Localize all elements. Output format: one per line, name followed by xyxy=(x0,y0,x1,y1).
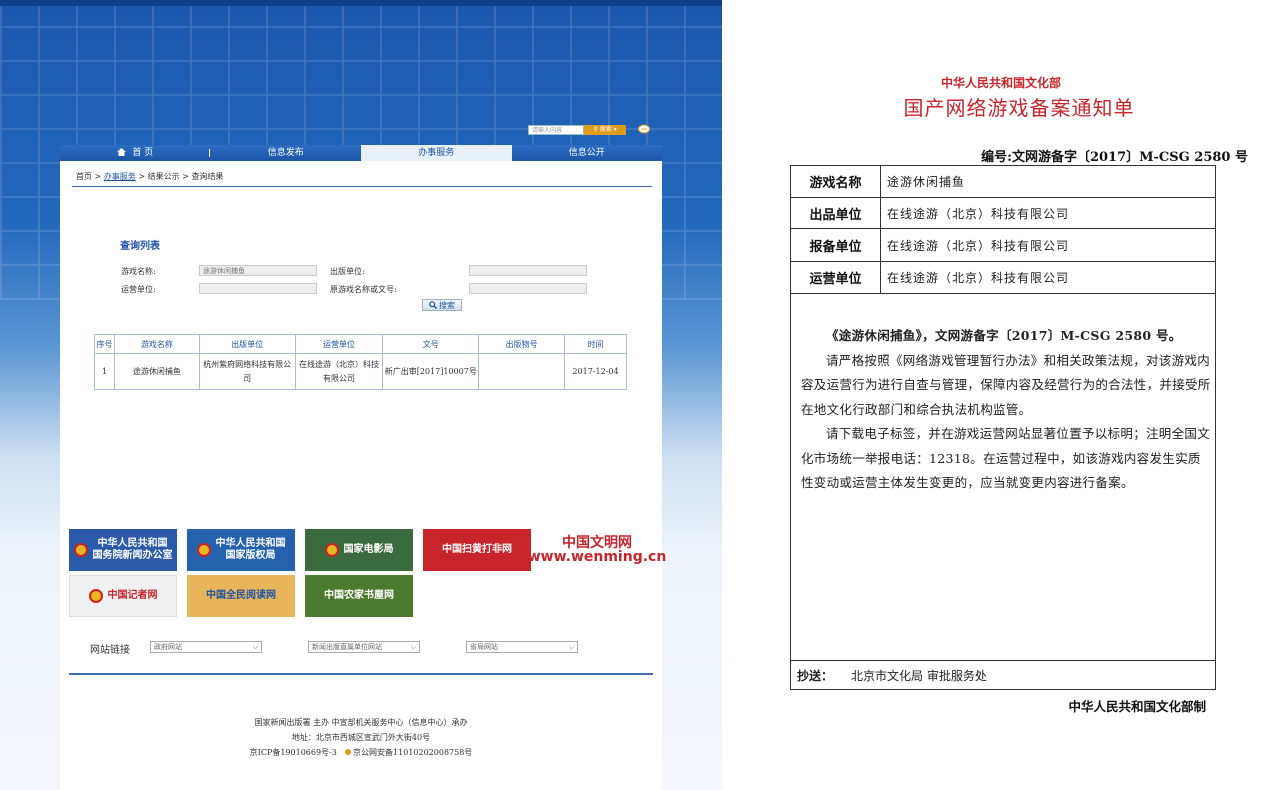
col-date: 时间 xyxy=(564,334,627,354)
cell-index: 1 xyxy=(94,353,115,390)
icp-link[interactable]: 京ICP备19010669号-3 xyxy=(250,748,337,757)
provincial-sites-select[interactable]: 省局网站 ⌵ xyxy=(466,641,578,653)
logo-farm-library[interactable]: 中国农家书屋网 xyxy=(305,575,413,617)
results-table: 序号 游戏名称 出版单位 运营单位 文号 出版物号 时间 1 途游休闲捕鱼 杭州… xyxy=(94,334,627,390)
site-links-label: 网站链接 xyxy=(90,645,130,656)
logo-film-bureau[interactable]: 国家电影局 xyxy=(305,529,413,571)
breadcrumb-divider xyxy=(72,186,652,187)
main-nav: 首 页 信息发布 办事服务 信息公开 xyxy=(60,145,662,161)
query-search-button[interactable]: 搜索 xyxy=(422,299,462,311)
col-doc-number: 文号 xyxy=(382,334,480,354)
breadcrumb-home[interactable]: 首页 xyxy=(76,172,92,181)
cc-label: 抄送： xyxy=(797,669,834,683)
col-pub-number: 出版物号 xyxy=(478,334,566,354)
breadcrumb-services-link[interactable]: 办事服务 xyxy=(104,172,136,181)
cell-game-name: 途游休闲捕鱼 xyxy=(113,353,200,390)
operator-input[interactable] xyxy=(199,283,317,294)
logo-journalist[interactable]: 中国记者网 xyxy=(69,575,177,617)
cell-date: 2017-12-04 xyxy=(564,353,627,390)
publisher-label: 出版单位: xyxy=(330,267,365,276)
logo-ncac[interactable]: 中华人民共和国 国家版权局 xyxy=(187,529,295,571)
notice-paragraph: 《途游休闲捕鱼》，文网游备字〔2017〕M-CSG 2580 号。 xyxy=(826,328,1182,343)
gov-sites-select[interactable]: 政府网站 ⌵ xyxy=(150,641,262,653)
notice-body: 《途游休闲捕鱼》，文网游备字〔2017〕M-CSG 2580 号。 请严格按照《… xyxy=(801,324,1211,496)
field-row-game-name: 游戏名称 途游休闲捕鱼 xyxy=(791,166,1215,198)
notice-table: 游戏名称 途游休闲捕鱼 出品单位 在线途游（北京）科技有限公司 报备单位 在线途… xyxy=(790,165,1216,690)
field-value: 在线途游（北京）科技有限公司 xyxy=(887,238,1070,253)
original-name-input[interactable] xyxy=(469,283,587,294)
cell-publisher: 杭州紫府网络科技有限公司 xyxy=(198,353,296,390)
notice-cc: 抄送： 北京市文化局 审批服务处 xyxy=(791,660,1215,690)
cell-operator: 在线途游（北京）科技有限公司 xyxy=(294,353,384,390)
cell-doc-number: 新广出审[2017]10007号 xyxy=(382,353,480,390)
nav-services[interactable]: 办事服务 xyxy=(361,145,512,161)
chevron-down-icon: ⌵ xyxy=(568,643,574,651)
filing-notice: 中华人民共和国文化部 国产网络游戏备案通知单 编号:文网游备字〔2017〕M-C… xyxy=(722,0,1280,790)
press-sites-select[interactable]: 新闻出版直属单位网站 ⌵ xyxy=(308,641,420,653)
top-bar xyxy=(0,0,722,6)
logo-reading[interactable]: 中国全民阅读网 xyxy=(187,575,295,617)
field-key: 游戏名称 xyxy=(791,166,881,197)
col-operator: 运营单位 xyxy=(294,334,384,354)
logo-shdf[interactable]: 中国扫黄打非网 xyxy=(423,529,531,571)
logo-scio[interactable]: 中华人民共和国 国务院新闻办公室 xyxy=(69,529,177,571)
site-search-button[interactable]: ⚲ 搜索 ▾ xyxy=(584,125,626,135)
notice-issuer: 中华人民共和国文化部 xyxy=(940,76,1061,90)
field-value: 在线途游（北京）科技有限公司 xyxy=(887,271,1070,285)
notice-signature: 中华人民共和国文化部制 xyxy=(1068,699,1206,714)
field-key: 报备单位 xyxy=(791,229,881,261)
game-name-input[interactable]: 途游休闲捕鱼 xyxy=(199,265,317,276)
chevron-down-icon: ⌵ xyxy=(252,643,258,651)
field-row-producer: 出品单位 在线途游（北京）科技有限公司 xyxy=(791,198,1215,229)
chevron-down-icon: ⌵ xyxy=(410,643,416,651)
field-key: 出品单位 xyxy=(791,198,881,228)
footer-address: 地址：北京市西城区宣武门外大街40号 xyxy=(291,733,431,742)
logo-wenming[interactable]: 中国文明网 www.wenming.cn xyxy=(528,529,666,571)
breadcrumb: 首页 > 办事服务 > 结果公示 > 查询结果 xyxy=(76,172,224,181)
home-icon xyxy=(117,148,127,156)
nav-home[interactable]: 首 页 xyxy=(60,145,211,161)
operator-label: 运营单位: xyxy=(121,285,156,294)
col-index: 序号 xyxy=(94,334,115,354)
original-name-label: 原游戏名称或文号: xyxy=(330,285,397,294)
footer-divider xyxy=(69,673,653,675)
national-emblem-icon xyxy=(324,543,339,557)
table-row[interactable]: 1 途游休闲捕鱼 杭州紫府网络科技有限公司 在线途游（北京）科技有限公司 新广出… xyxy=(94,353,627,390)
national-emblem-icon xyxy=(73,543,88,557)
search-icon: ⚲ xyxy=(593,126,598,133)
col-game-name: 游戏名称 xyxy=(113,334,200,354)
partner-logos: 中华人民共和国 国务院新闻办公室 中华人民共和国 国家版权局 国家电影局 中国扫… xyxy=(69,529,666,621)
police-badge-icon xyxy=(344,749,351,755)
magnifier-icon xyxy=(429,301,437,309)
nav-info-public[interactable]: 信息公开 xyxy=(512,145,663,161)
national-emblem-icon xyxy=(88,589,103,603)
field-key: 运营单位 xyxy=(791,262,881,293)
nav-info-release[interactable]: 信息发布 xyxy=(211,145,362,161)
notice-title: 国产网络游戏备案通知单 xyxy=(903,96,1135,120)
national-emblem-icon xyxy=(196,543,211,557)
field-value: 途游休闲捕鱼 xyxy=(887,175,966,189)
notice-paragraph: 请严格按照《网络游戏管理暂行办法》和相关政策法规，对该游戏内容及运营行为进行自查… xyxy=(801,352,1211,417)
field-value: 在线途游（北京）科技有限公司 xyxy=(887,206,1070,221)
publisher-input[interactable] xyxy=(469,265,587,276)
field-row-reporter: 报备单位 在线途游（北京）科技有限公司 xyxy=(791,229,1215,262)
field-row-operator: 运营单位 在线途游（北京）科技有限公司 xyxy=(791,262,1215,294)
site-search-input[interactable]: 请输入内容 xyxy=(528,125,584,135)
footer-icp: 京ICP备19010669号-3 京公网安备11010202008758号 xyxy=(60,747,662,758)
notice-paragraph: 请下载电子标签，并在游戏运营网站显著位置予以标明；注明全国文化市场统一举报电话：… xyxy=(801,426,1211,490)
notice-code: 编号:文网游备字〔2017〕M-CSG 2580 号 xyxy=(981,150,1248,165)
col-publisher: 出版单位 xyxy=(198,334,296,354)
footer-sponsor: 国家新闻出版署 主办 中宣部机关服务中心（信息中心）承办 xyxy=(254,718,468,727)
website-panel: 请输入内容 ⚲ 搜索 ▾ 首 页 信息发布 办事服务 信息公开 首页 > 办事服… xyxy=(0,0,722,790)
table-header-row: 序号 游戏名称 出版单位 运营单位 文号 出版物号 时间 xyxy=(94,334,627,354)
main-content: 首页 > 办事服务 > 结果公示 > 查询结果 查询列表 游戏名称: 途游休闲捕… xyxy=(60,161,666,790)
query-list-title: 查询列表 xyxy=(120,241,160,252)
cell-pub-number xyxy=(478,353,566,390)
game-name-label: 游戏名称: xyxy=(121,267,156,276)
cc-value: 北京市文化局 审批服务处 xyxy=(851,669,987,683)
chat-icon[interactable] xyxy=(638,124,652,135)
police-record-link[interactable]: 京公网安备11010202008758号 xyxy=(353,748,472,757)
